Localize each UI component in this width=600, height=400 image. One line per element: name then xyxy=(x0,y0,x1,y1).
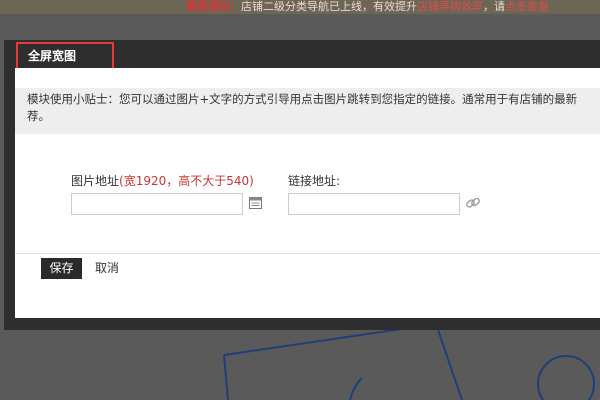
dialog-body: 模块使用小贴士：您可以通过图片+文字的方式引导用点击图片跳转到您指定的链接。通常… xyxy=(15,68,600,318)
save-button[interactable]: 保存 xyxy=(41,258,82,279)
cancel-button[interactable]: 取消 xyxy=(95,258,119,279)
tip-line-2: 荐。 xyxy=(27,109,50,123)
tip-line-1: 模块使用小贴士：您可以通过图片+文字的方式引导用点击图片跳转到您指定的链接。通常… xyxy=(27,92,578,106)
link-url-label: 链接地址: xyxy=(288,174,341,188)
image-size-note: (宽1920，高不大于540) xyxy=(119,174,254,188)
image-url-label: 图片地址(宽1920，高不大于540) xyxy=(71,172,254,189)
link-url-input[interactable] xyxy=(288,193,460,215)
image-picker-icon[interactable] xyxy=(249,197,262,209)
module-tip: 模块使用小贴士：您可以通过图片+文字的方式引导用点击图片跳转到您指定的链接。通常… xyxy=(15,88,600,134)
image-url-label-text: 图片地址 xyxy=(71,174,120,188)
chain-link-icon[interactable] xyxy=(465,196,481,210)
image-url-input[interactable] xyxy=(71,193,243,215)
form-divider xyxy=(15,253,600,254)
full-width-image-dialog: 全屏宽图 模块使用小贴士：您可以通过图片+文字的方式引导用点击图片跳转到您指定的… xyxy=(4,40,600,330)
